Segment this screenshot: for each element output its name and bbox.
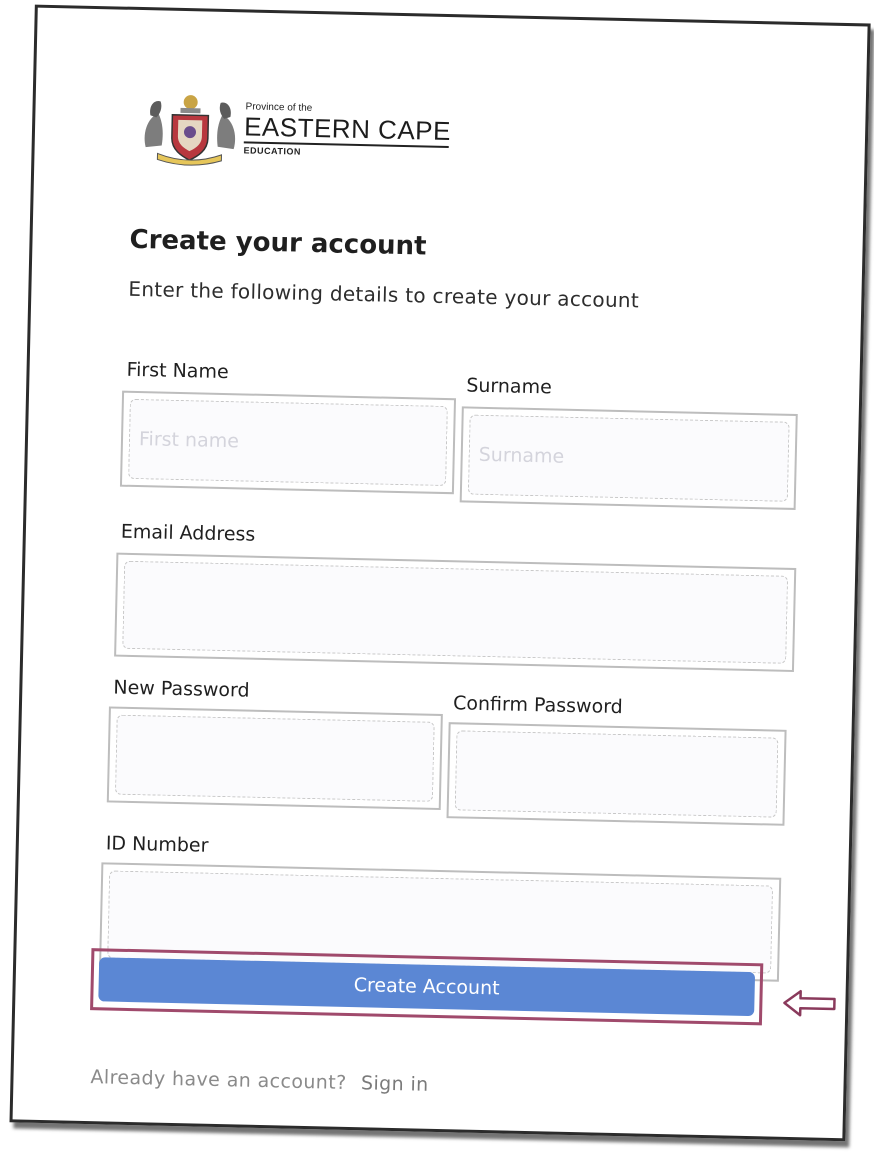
confirm-password-input[interactable] <box>462 724 777 824</box>
first-name-label: First Name <box>126 358 229 384</box>
page-title: Create your account <box>129 224 427 262</box>
confirm-password-label: Confirm Password <box>452 692 624 719</box>
surname-field[interactable] <box>459 406 798 510</box>
card-content: Province of the EASTERN CAPE EDUCATION C… <box>9 5 870 1142</box>
new-password-input[interactable] <box>122 708 433 808</box>
left-arrow-icon <box>783 989 836 1017</box>
new-password-label: New Password <box>113 676 250 702</box>
email-label: Email Address <box>120 520 256 546</box>
first-name-input[interactable] <box>135 393 446 492</box>
signin-link[interactable]: Sign in <box>361 1072 429 1096</box>
confirm-password-field[interactable] <box>446 722 787 826</box>
page: Province of the EASTERN CAPE EDUCATION C… <box>0 0 874 1154</box>
email-input[interactable] <box>130 554 787 670</box>
logo-department-text: EDUCATION <box>243 145 302 157</box>
email-field[interactable] <box>114 552 797 672</box>
province-logo: Province of the EASTERN CAPE EDUCATION <box>139 87 471 174</box>
new-password-field[interactable] <box>106 706 443 811</box>
surname-input[interactable] <box>475 408 788 508</box>
surname-label: Surname <box>466 374 553 399</box>
signup-card: Province of the EASTERN CAPE EDUCATION C… <box>9 4 874 1148</box>
signin-prompt-text: Already have an account? <box>90 1066 347 1094</box>
first-name-field[interactable] <box>119 390 457 495</box>
page-subtitle: Enter the following details to create yo… <box>128 276 640 313</box>
id-number-label: ID Number <box>105 832 209 857</box>
signin-prompt: Already have an account? Sign in <box>90 1066 429 1096</box>
coat-of-arms-icon <box>144 95 236 166</box>
